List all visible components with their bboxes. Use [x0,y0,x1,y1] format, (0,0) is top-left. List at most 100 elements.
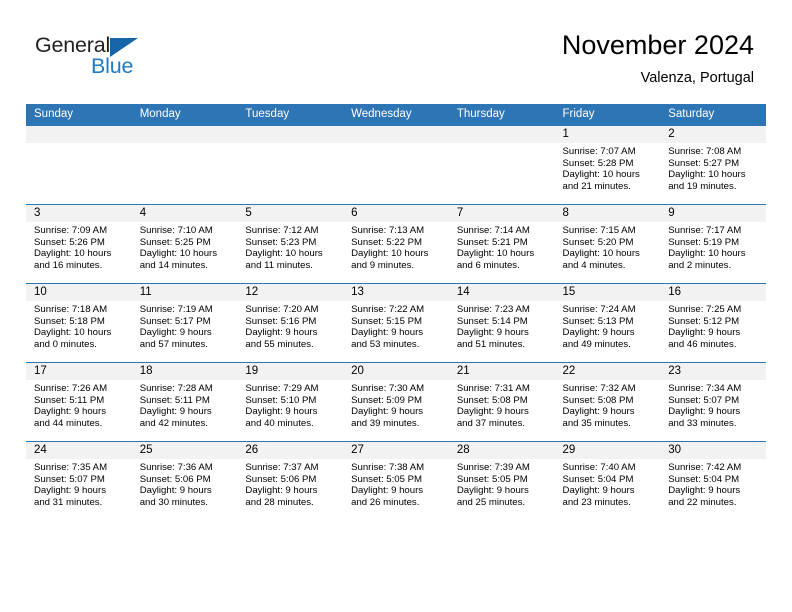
day-number: 28 [448,442,555,459]
daylight-duration-line1: Daylight: 9 hours [668,485,741,497]
sunrise-time: Sunrise: 7:26 AM [34,383,108,394]
sunrise-time: Sunrise: 7:25 AM [668,304,742,315]
day-details: Sunrise: 7:29 AM Sunset: 5:10 PM Daylight:… [237,380,343,429]
sunset-time: Sunset: 5:11 PM [139,394,210,406]
daylight-duration-line2: and 55 minutes. [245,338,314,350]
day-details: Sunrise: 7:36 AM Sunset: 5:06 PM Daylight:… [132,459,238,508]
calendar-day-cell[interactable]: 2 Sunrise: 7:08 AM Sunset: 5:27 PM Daylight… [660,125,766,205]
calendar-day-cell[interactable]: 18 Sunrise: 7:28 AM Sunset: 5:11 PM Dayligh… [131,362,238,442]
day-details: Sunrise: 7:13 AM Sunset: 5:22 PM Daylight:… [343,222,449,271]
daylight-duration-line2: and 11 minutes. [245,259,313,271]
calendar-day-cell[interactable]: 22 Sunrise: 7:32 AM Sunset: 5:08 PM Dayligh… [554,362,661,442]
daylight-duration-line1: Daylight: 9 hours [456,485,529,497]
calendar-day-cell[interactable]: 10 Sunrise: 7:18 AM Sunset: 5:18 PM Dayligh… [26,283,132,363]
sunrise-time: Sunrise: 7:40 AM [562,462,636,473]
daylight-duration-line1: Daylight: 9 hours [562,406,635,418]
calendar-day-cell[interactable]: 29 Sunrise: 7:40 AM Sunset: 5:04 PM Dayligh… [554,441,661,520]
calendar-week-row: 1 Sunrise: 7:07 AM Sunset: 5:28 PM Daylight… [26,125,766,205]
daylight-duration-line1: Daylight: 9 hours [668,406,741,418]
weekday-header-saturday: Saturday [660,104,766,126]
daylight-duration-line2: and 37 minutes. [456,417,526,429]
day-number: 7 [448,205,555,222]
daylight-duration-line2: and 6 minutes. [456,259,520,271]
calendar-day-cell[interactable]: 27 Sunrise: 7:38 AM Sunset: 5:05 PM Dayligh… [343,441,449,520]
day-details: Sunrise: 7:14 AM Sunset: 5:21 PM Daylight:… [449,222,555,271]
sunrise-time: Sunrise: 7:24 AM [562,304,636,315]
day-number: 14 [448,284,555,301]
daylight-duration-line1: Daylight: 9 hours [351,485,424,497]
day-details: Sunrise: 7:37 AM Sunset: 5:06 PM Daylight:… [237,459,343,508]
calendar-day-cell[interactable]: 21 Sunrise: 7:31 AM Sunset: 5:08 PM Dayligh… [448,362,555,442]
sunset-time: Sunset: 5:08 PM [562,394,634,406]
sunrise-time: Sunrise: 7:08 AM [668,146,742,157]
daylight-duration-line2: and 0 minutes. [34,338,97,350]
general-blue-logo[interactable]: General Blue [35,33,215,85]
calendar-day-cell[interactable]: 15 Sunrise: 7:24 AM Sunset: 5:13 PM Dayligh… [554,283,661,363]
day-details: Sunrise: 7:25 AM Sunset: 5:12 PM Daylight:… [660,301,766,350]
daylight-duration-line2: and 44 minutes. [34,417,103,429]
sunset-time: Sunset: 5:10 PM [245,394,317,406]
day-number: 5 [237,205,344,222]
day-number: 24 [26,442,132,459]
sunrise-time: Sunrise: 7:12 AM [245,225,319,236]
daylight-duration-line2: and 31 minutes. [34,496,103,508]
calendar-day-cell[interactable]: 16 Sunrise: 7:25 AM Sunset: 5:12 PM Dayligh… [660,283,766,363]
calendar-day-cell[interactable]: 25 Sunrise: 7:36 AM Sunset: 5:06 PM Dayligh… [131,441,238,520]
location-subtitle: Valenza, Portugal [640,70,754,86]
sunrise-time: Sunrise: 7:17 AM [668,225,742,236]
day-cell-inner: 11 Sunrise: 7:19 AM Sunset: 5:17 PM Dayligh… [131,284,238,362]
calendar-empty-cell [237,125,344,205]
sunrise-time: Sunrise: 7:28 AM [139,383,213,394]
sunrise-time: Sunrise: 7:34 AM [668,383,742,394]
day-number: 27 [343,442,449,459]
calendar-day-cell[interactable]: 26 Sunrise: 7:37 AM Sunset: 5:06 PM Dayligh… [237,441,344,520]
calendar-day-cell[interactable]: 30 Sunrise: 7:42 AM Sunset: 5:04 PM Dayligh… [660,441,766,520]
calendar-day-cell[interactable]: 7 Sunrise: 7:14 AM Sunset: 5:21 PM Daylight… [448,204,555,284]
day-cell-inner: 14 Sunrise: 7:23 AM Sunset: 5:14 PM Dayligh… [448,284,555,362]
day-cell-inner: 28 Sunrise: 7:39 AM Sunset: 5:05 PM Dayligh… [448,442,555,520]
weekday-header-sunday: Sunday [26,104,132,126]
calendar-day-cell[interactable]: 6 Sunrise: 7:13 AM Sunset: 5:22 PM Daylight… [343,204,449,284]
calendar-day-cell[interactable]: 28 Sunrise: 7:39 AM Sunset: 5:05 PM Dayligh… [448,441,555,520]
day-number: 22 [554,363,661,380]
day-details: Sunrise: 7:38 AM Sunset: 5:05 PM Daylight:… [343,459,449,508]
calendar-day-cell[interactable]: 17 Sunrise: 7:26 AM Sunset: 5:11 PM Dayligh… [26,362,132,442]
daylight-duration-line1: Daylight: 10 hours [668,169,746,181]
sunset-time: Sunset: 5:23 PM [245,236,317,248]
day-number: 20 [343,363,449,380]
day-details: Sunrise: 7:26 AM Sunset: 5:11 PM Daylight:… [26,380,132,429]
calendar-day-cell[interactable]: 23 Sunrise: 7:34 AM Sunset: 5:07 PM Dayligh… [660,362,766,442]
day-details: Sunrise: 7:39 AM Sunset: 5:05 PM Daylight:… [449,459,555,508]
calendar-day-cell[interactable]: 4 Sunrise: 7:10 AM Sunset: 5:25 PM Daylight… [131,204,238,284]
calendar-day-cell[interactable]: 20 Sunrise: 7:30 AM Sunset: 5:09 PM Dayligh… [343,362,449,442]
sunset-time: Sunset: 5:11 PM [34,394,105,406]
logo-text-blue: Blue [91,54,134,78]
sunrise-time: Sunrise: 7:29 AM [245,383,319,394]
calendar-day-cell[interactable]: 11 Sunrise: 7:19 AM Sunset: 5:17 PM Dayligh… [131,283,238,363]
daylight-duration-line1: Daylight: 9 hours [456,327,529,339]
calendar-day-cell[interactable]: 19 Sunrise: 7:29 AM Sunset: 5:10 PM Dayligh… [237,362,344,442]
calendar-day-cell[interactable]: 24 Sunrise: 7:35 AM Sunset: 5:07 PM Dayligh… [26,441,132,520]
day-number [343,126,449,143]
sunrise-time: Sunrise: 7:13 AM [351,225,425,236]
calendar-day-cell[interactable]: 9 Sunrise: 7:17 AM Sunset: 5:19 PM Daylight… [660,204,766,284]
calendar-week-row: 10 Sunrise: 7:18 AM Sunset: 5:18 PM Dayligh… [26,283,766,363]
day-cell-inner [26,126,132,204]
calendar-day-cell[interactable]: 1 Sunrise: 7:07 AM Sunset: 5:28 PM Daylight… [554,125,661,205]
calendar-day-cell[interactable]: 8 Sunrise: 7:15 AM Sunset: 5:20 PM Daylight… [554,204,661,284]
masthead: General Blue November 2024 Valenza, Port… [0,0,792,103]
day-number: 13 [343,284,449,301]
calendar-day-cell[interactable]: 13 Sunrise: 7:22 AM Sunset: 5:15 PM Dayligh… [343,283,449,363]
day-cell-inner: 6 Sunrise: 7:13 AM Sunset: 5:22 PM Daylight… [343,205,449,283]
weekday-header-thursday: Thursday [448,104,555,126]
day-number: 1 [554,126,661,143]
daylight-duration-line2: and 51 minutes. [456,338,526,350]
calendar-day-cell[interactable]: 5 Sunrise: 7:12 AM Sunset: 5:23 PM Daylight… [237,204,344,284]
calendar-day-cell[interactable]: 12 Sunrise: 7:20 AM Sunset: 5:16 PM Dayligh… [237,283,344,363]
calendar-day-cell[interactable]: 3 Sunrise: 7:09 AM Sunset: 5:26 PM Daylight… [26,204,132,284]
daylight-duration-line2: and 46 minutes. [668,338,737,350]
day-cell-inner: 7 Sunrise: 7:14 AM Sunset: 5:21 PM Daylight… [448,205,555,283]
day-cell-inner: 13 Sunrise: 7:22 AM Sunset: 5:15 PM Dayligh… [343,284,449,362]
day-cell-inner: 2 Sunrise: 7:08 AM Sunset: 5:27 PM Daylight… [660,126,766,204]
calendar-day-cell[interactable]: 14 Sunrise: 7:23 AM Sunset: 5:14 PM Dayligh… [448,283,555,363]
